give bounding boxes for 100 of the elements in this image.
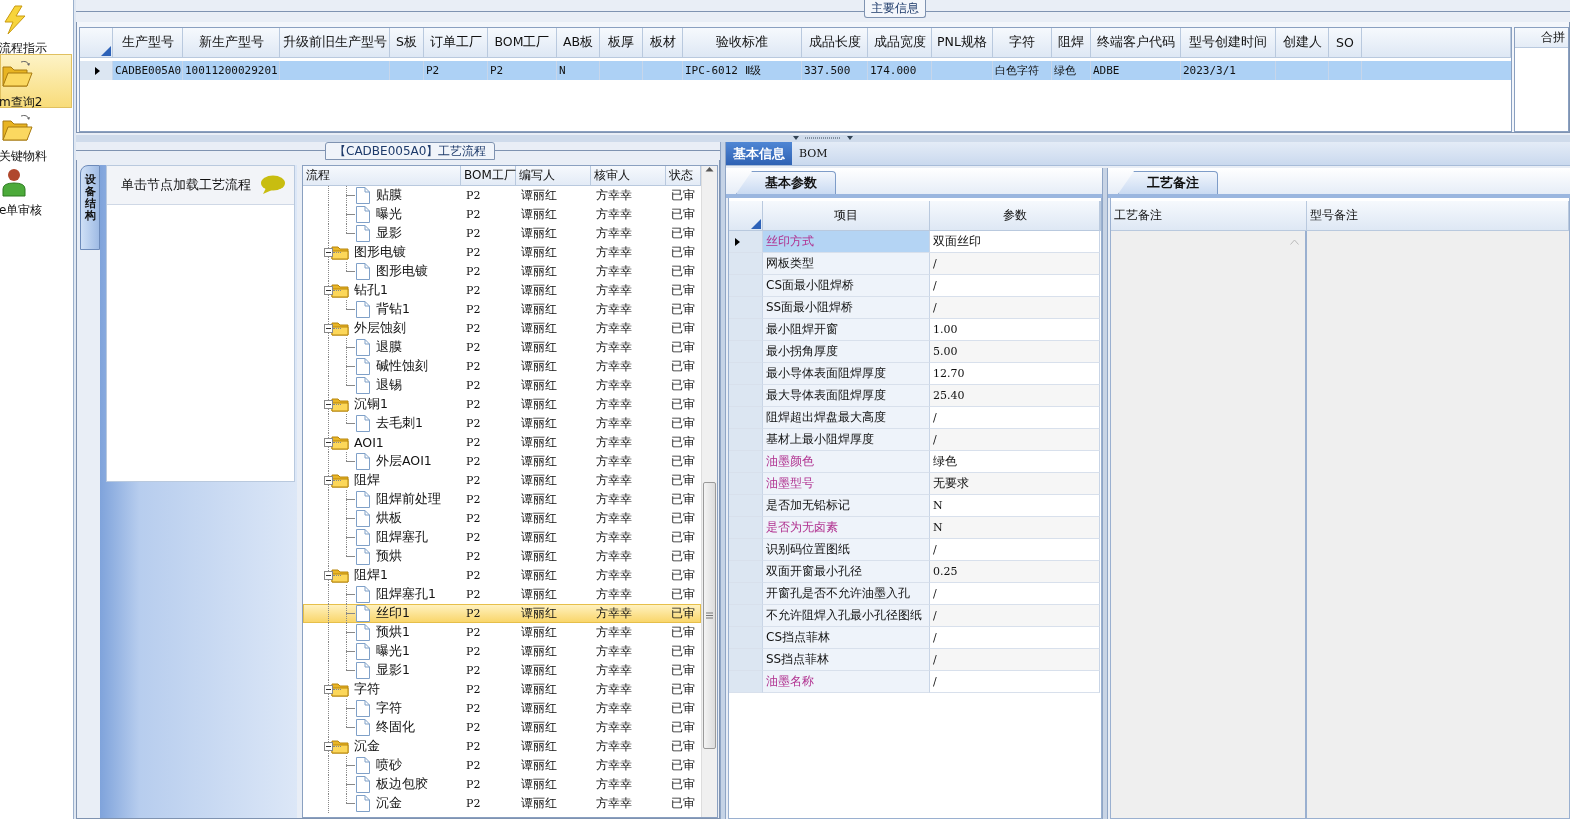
tree-row[interactable]: 字符 P2 谭丽红 方幸幸 已审 [303, 680, 701, 699]
tree-row[interactable]: 阻焊前处理 P2 谭丽红 方幸幸 已审 [303, 490, 701, 509]
param-row[interactable]: 阻焊超出焊盘最大高度 / [729, 407, 1101, 429]
param-row[interactable]: SS挡点菲林 / [729, 649, 1101, 671]
tree-node-label[interactable]: 碱性蚀刻 [376, 358, 428, 375]
collapse-icon[interactable] [324, 476, 333, 485]
tree-row[interactable]: AOI1 P2 谭丽红 方幸幸 已审 [303, 433, 701, 452]
tree-row[interactable]: 沉金 P2 谭丽红 方幸幸 已审 [303, 737, 701, 756]
collapse-icon[interactable] [324, 685, 333, 694]
tree-row[interactable]: 沉铜1 P2 谭丽红 方幸幸 已审 [303, 395, 701, 414]
tree-node-label[interactable]: 曝光1 [376, 643, 410, 660]
tree-row[interactable]: 图形电镀 P2 谭丽红 方幸幸 已审 [303, 262, 701, 281]
tree-row[interactable]: 烘板 P2 谭丽红 方幸幸 已审 [303, 509, 701, 528]
param-row[interactable]: 丝印方式 双面丝印 [729, 231, 1101, 253]
tree-row[interactable]: 阻焊 P2 谭丽红 方幸幸 已审 [303, 471, 701, 490]
sidebar-item[interactable]: e单审核 [0, 162, 72, 216]
tree-node-label[interactable]: 背钻1 [376, 301, 410, 318]
tree-node-label[interactable]: 字符 [354, 681, 380, 698]
tree-node-label[interactable]: 阻焊 [354, 472, 380, 489]
sidebar-item[interactable]: m查询2 [0, 54, 72, 108]
tree-node-label[interactable]: 板边包胶 [376, 776, 428, 793]
column-header[interactable]: 编写人 [516, 166, 591, 185]
tree-row[interactable]: 图形电镀 P2 谭丽红 方幸幸 已审 [303, 243, 701, 262]
tree-node-label[interactable]: 钻孔1 [354, 282, 388, 299]
tree-node-label[interactable]: 预烘1 [376, 624, 410, 641]
tree-row[interactable]: 板边包胶 P2 谭丽红 方幸幸 已审 [303, 775, 701, 794]
tree-row[interactable]: 曝光1 P2 谭丽红 方幸幸 已审 [303, 642, 701, 661]
tree-row[interactable]: 外层蚀刻 P2 谭丽红 方幸幸 已审 [303, 319, 701, 338]
tree-row[interactable]: 显影 P2 谭丽红 方幸幸 已审 [303, 224, 701, 243]
tree-node-label[interactable]: 外层蚀刻 [354, 320, 406, 337]
tree-node-label[interactable]: 图形电镀 [354, 244, 406, 261]
collapse-icon[interactable] [324, 571, 333, 580]
tree-node-label[interactable]: 显影1 [376, 662, 410, 679]
sidebar-item[interactable]: 关键物料 [0, 108, 72, 162]
param-row[interactable]: 基材上最小阻焊厚度 / [729, 429, 1101, 451]
collapse-icon[interactable] [324, 438, 333, 447]
column-header[interactable]: 终端客户代码 [1091, 28, 1181, 58]
tree-node-label[interactable]: 去毛刺1 [376, 415, 423, 432]
tree-row[interactable]: 字符 P2 谭丽红 方幸幸 已审 [303, 699, 701, 718]
column-header[interactable]: 验收标准 [683, 28, 802, 58]
column-header[interactable]: 成品长度 [802, 28, 868, 58]
tree-node-label[interactable]: 阻焊前处理 [376, 491, 441, 508]
tree-node-label[interactable]: 阻焊塞孔1 [376, 586, 436, 603]
tree-row[interactable]: 外层AOI1 P2 谭丽红 方幸幸 已审 [303, 452, 701, 471]
tree-row[interactable]: 退锡 P2 谭丽红 方幸幸 已审 [303, 376, 701, 395]
tab[interactable]: 基本信息 [726, 142, 792, 165]
tree-row[interactable]: 曝光 P2 谭丽红 方幸幸 已审 [303, 205, 701, 224]
tree-row[interactable]: 钻孔1 P2 谭丽红 方幸幸 已审 [303, 281, 701, 300]
column-header[interactable]: 流程 [303, 166, 461, 185]
tree-row[interactable]: 喷砂 P2 谭丽红 方幸幸 已审 [303, 756, 701, 775]
collapse-icon[interactable] [324, 286, 333, 295]
param-row[interactable]: 双面开窗最小孔径 0.25 [729, 561, 1101, 583]
column-header[interactable]: 创建人 [1276, 28, 1329, 58]
tree-node-label[interactable]: 曝光 [376, 206, 402, 223]
column-header[interactable]: 阻焊 [1052, 28, 1091, 58]
param-row[interactable]: 最小拐角厚度 5.00 [729, 341, 1101, 363]
tree-node-label[interactable]: 显影 [376, 225, 402, 242]
param-row[interactable]: 油墨型号 无要求 [729, 473, 1101, 495]
param-row[interactable]: CS挡点菲林 / [729, 627, 1101, 649]
param-row[interactable]: 不允许阻焊入孔最小孔径图纸 / [729, 605, 1101, 627]
param-row[interactable]: 是否为无卤素 N [729, 517, 1101, 539]
tree-row[interactable]: 阻焊1 P2 谭丽红 方幸幸 已审 [303, 566, 701, 585]
tree-node-label[interactable]: 阻焊塞孔 [376, 529, 428, 546]
vertical-tab[interactable]: 设备结构 [80, 165, 100, 250]
tree-node-label[interactable]: 贴膜 [376, 187, 402, 204]
tree-row[interactable]: 显影1 P2 谭丽红 方幸幸 已审 [303, 661, 701, 680]
tree-row[interactable]: 阻焊塞孔1 P2 谭丽红 方幸幸 已审 [303, 585, 701, 604]
column-header[interactable]: 核审人 [591, 166, 666, 185]
column-header[interactable]: SO [1329, 28, 1362, 58]
tree-node-label[interactable]: AOI1 [354, 435, 384, 450]
param-row[interactable]: 最大导体表面阻焊厚度 25.40 [729, 385, 1101, 407]
column-header[interactable]: PNL规格 [932, 28, 993, 58]
column-header[interactable]: AB板 [557, 28, 600, 58]
param-row[interactable]: 识别码位置图纸 / [729, 539, 1101, 561]
column-header[interactable]: 新生产型号 [183, 28, 280, 58]
tree-row[interactable]: 贴膜 P2 谭丽红 方幸幸 已审 [303, 186, 701, 205]
param-row[interactable]: 最小阻焊开窗 1.00 [729, 319, 1101, 341]
collapse-icon[interactable] [324, 742, 333, 751]
tree-node-label[interactable]: 退锡 [376, 377, 402, 394]
column-header[interactable]: BOM工厂 [488, 28, 557, 58]
scrollbar[interactable] [701, 166, 717, 817]
tree-row[interactable]: 丝印1 P2 谭丽红 方幸幸 已审 [303, 604, 701, 623]
tree-row[interactable]: 阻焊塞孔 P2 谭丽红 方幸幸 已审 [303, 528, 701, 547]
tree-row[interactable]: 预烘 P2 谭丽红 方幸幸 已审 [303, 547, 701, 566]
column-header[interactable]: 合拼 [1515, 28, 1568, 48]
tree-node-label[interactable]: 沉金 [354, 738, 380, 755]
collapse-icon[interactable] [324, 400, 333, 409]
sidebar-item[interactable]: 流程指示 [0, 0, 72, 54]
tree-node-label[interactable]: 丝印1 [376, 605, 410, 622]
column-header[interactable]: 成品宽度 [868, 28, 932, 58]
tree-node-label[interactable]: 沉金 [376, 795, 402, 812]
tree-row[interactable]: 沉金 P2 谭丽红 方幸幸 已审 [303, 794, 701, 813]
section-tab[interactable]: 基本参数 [736, 171, 836, 194]
tab[interactable]: BOM [792, 142, 835, 165]
tree-node-label[interactable]: 烘板 [376, 510, 402, 527]
column-header[interactable]: 生产型号 [113, 28, 183, 58]
column-header[interactable]: 订单工厂 [424, 28, 488, 58]
column-header[interactable]: 板材 [643, 28, 683, 58]
table-row[interactable]: CADBE005A0 10011200029201 P2 P2 N IPC-6012 Ⅱ级 337.500 174.000 白色字符 绿色 ADBE 2023/3/1 [80, 61, 1511, 80]
column-header[interactable]: 板厚 [600, 28, 643, 58]
